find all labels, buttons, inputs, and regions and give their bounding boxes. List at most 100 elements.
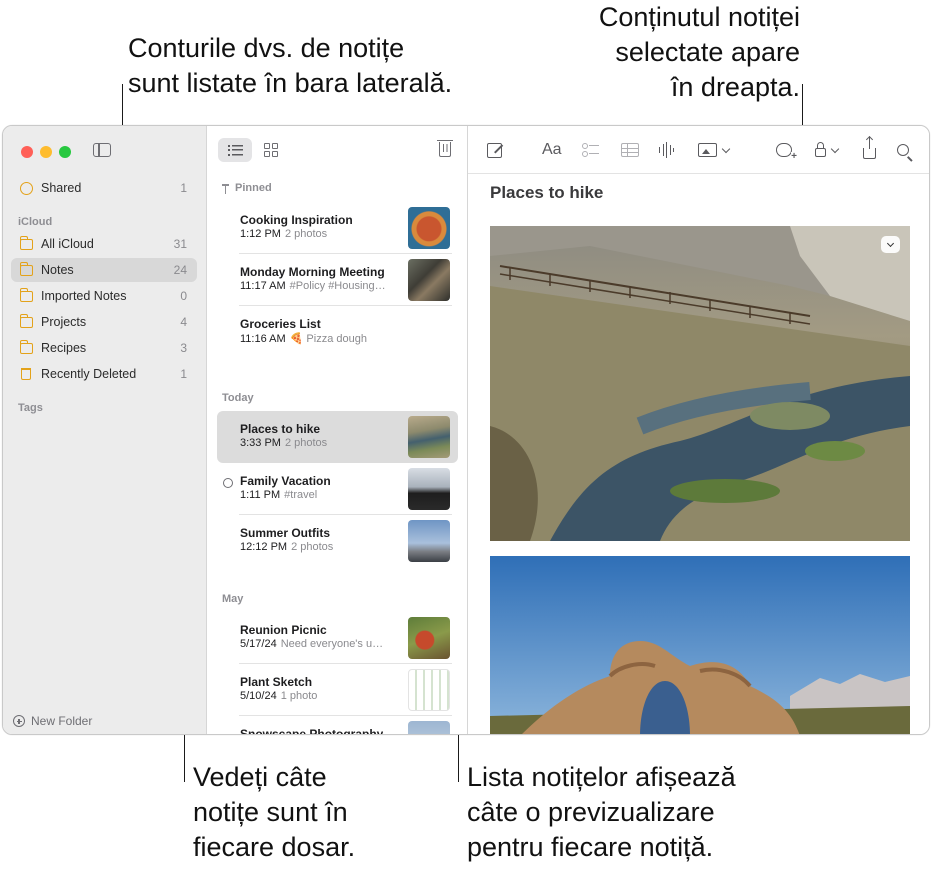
note-meta: 5/17/24 Need everyone's u… bbox=[240, 638, 383, 650]
note-photo-arch[interactable] bbox=[490, 556, 910, 734]
note-row-selected[interactable]: Places to hike 3:33 PM 2 photos bbox=[217, 411, 458, 463]
media-insert-icon[interactable] bbox=[698, 140, 731, 160]
window-controls bbox=[21, 146, 71, 158]
folder-icon bbox=[19, 287, 33, 302]
zoom-window-button[interactable] bbox=[59, 146, 71, 158]
chevron-down-icon bbox=[886, 239, 895, 247]
sidebar-item-label: Recently Deleted bbox=[41, 367, 137, 381]
sidebar-item-label: Imported Notes bbox=[41, 289, 127, 303]
audio-waveform-icon[interactable] bbox=[658, 140, 676, 160]
sidebar-item-imported-notes[interactable]: Imported Notes 0 bbox=[11, 284, 197, 308]
note-row[interactable]: Monday Morning Meeting 11:17 AM #Policy #… bbox=[217, 254, 458, 306]
note-preview: 2 photos bbox=[291, 541, 334, 553]
close-window-button[interactable] bbox=[21, 146, 33, 158]
new-folder-button[interactable]: New Folder bbox=[13, 714, 92, 728]
delete-note-trash-icon[interactable] bbox=[437, 140, 453, 157]
section-today: Today bbox=[222, 392, 254, 404]
folder-icon bbox=[19, 261, 33, 276]
folder-icon bbox=[19, 313, 33, 328]
sidebar-toggle-icon[interactable] bbox=[93, 143, 111, 157]
section-may: May bbox=[222, 593, 244, 605]
note-list-toolbar bbox=[207, 126, 467, 176]
share-icon[interactable] bbox=[863, 136, 876, 160]
photo-options-button[interactable] bbox=[881, 236, 900, 253]
plus-circle-icon bbox=[13, 715, 25, 727]
sidebar-item-label: Projects bbox=[41, 315, 87, 329]
editor-toolbar: Aa bbox=[468, 126, 929, 174]
table-icon[interactable] bbox=[621, 140, 639, 160]
callout-folder-counts: Vedeți câte notițe sunt în fiecare dosar… bbox=[193, 762, 356, 862]
sidebar-item-notes[interactable]: Notes 24 bbox=[11, 258, 197, 282]
sidebar-item-recipes[interactable]: Recipes 3 bbox=[11, 336, 197, 360]
note-thumbnail-pizza bbox=[408, 207, 450, 249]
note-thumbnail-sketch bbox=[408, 669, 450, 711]
note-title: Plant Sketch bbox=[240, 675, 313, 689]
shared-person-icon bbox=[223, 478, 233, 488]
note-thumbnail-picnic bbox=[408, 617, 450, 659]
note-title: Places to hike bbox=[240, 422, 321, 436]
sidebar-item-projects[interactable]: Projects 4 bbox=[11, 310, 197, 334]
sidebar-item-count: 3 bbox=[180, 341, 187, 355]
sidebar-item-recently-deleted[interactable]: Recently Deleted 1 bbox=[11, 362, 197, 386]
lock-icon[interactable] bbox=[815, 140, 840, 160]
grid-icon bbox=[264, 143, 278, 157]
note-title: Family Vacation bbox=[240, 474, 331, 488]
list-view-button[interactable] bbox=[218, 138, 252, 162]
note-title: Summer Outfits bbox=[240, 526, 331, 540]
note-row[interactable]: Snowscape Photography bbox=[217, 716, 458, 735]
checklist-icon[interactable] bbox=[582, 140, 599, 160]
arch-photo-image bbox=[490, 556, 910, 734]
sidebar-item-shared[interactable]: Shared 1 bbox=[11, 176, 197, 200]
section-pinned: Pinned bbox=[222, 182, 272, 194]
note-time: 5/10/24 bbox=[240, 690, 277, 702]
note-row[interactable]: Family Vacation 1:11 PM #travel bbox=[217, 463, 458, 515]
callout-note-list: Lista notițelor afișează câte o previzua… bbox=[467, 762, 736, 862]
note-row[interactable]: Reunion Picnic 5/17/24 Need everyone's u… bbox=[217, 612, 458, 664]
note-preview: 1 photo bbox=[280, 690, 318, 702]
note-time: 11:17 AM bbox=[240, 280, 286, 292]
note-time: 5/17/24 bbox=[240, 638, 277, 650]
note-thumbnail-bike bbox=[408, 468, 450, 510]
note-time: 1:12 PM bbox=[240, 228, 281, 240]
format-text-button[interactable]: Aa bbox=[542, 140, 562, 160]
sidebar-item-count: 1 bbox=[180, 181, 187, 195]
chevron-down-icon bbox=[721, 144, 731, 153]
note-list: Pinned Cooking Inspiration 1:12 PM 2 phot… bbox=[207, 126, 468, 734]
sidebar-item-label: All iCloud bbox=[41, 237, 94, 251]
list-icon bbox=[227, 144, 243, 156]
sidebar-item-label: Notes bbox=[41, 263, 74, 277]
note-thumbnail-outfit bbox=[408, 520, 450, 562]
note-meta: 1:12 PM 2 photos bbox=[240, 228, 327, 240]
creek-photo-image bbox=[490, 226, 910, 541]
note-row[interactable]: Summer Outfits 12:12 PM 2 photos bbox=[217, 515, 458, 567]
note-preview: #travel bbox=[284, 489, 318, 501]
note-time: 11:16 AM bbox=[240, 333, 286, 345]
note-thumbnail-snow bbox=[408, 721, 450, 734]
note-title: Snowscape Photography bbox=[240, 727, 384, 735]
section-label: Pinned bbox=[235, 182, 272, 194]
note-row[interactable]: Groceries List 11:16 AM 🍕 Pizza dough bbox=[217, 306, 458, 358]
note-thumbnail-meeting bbox=[408, 259, 450, 301]
callout-editor: Conținutul notiței selectate apare în dr… bbox=[598, 2, 800, 102]
minimize-window-button[interactable] bbox=[40, 146, 52, 158]
note-meta: 5/10/24 1 photo bbox=[240, 690, 317, 702]
pin-icon bbox=[222, 183, 229, 194]
note-meta: 12:12 PM 2 photos bbox=[240, 541, 333, 553]
sidebar-section-tags: Tags bbox=[18, 402, 43, 414]
new-folder-label: New Folder bbox=[31, 714, 93, 728]
note-title-heading: Places to hike bbox=[490, 183, 604, 202]
note-title: Reunion Picnic bbox=[240, 623, 327, 637]
note-row[interactable]: Plant Sketch 5/10/24 1 photo bbox=[217, 664, 458, 716]
folder-icon bbox=[19, 235, 33, 250]
sidebar-item-count: 31 bbox=[173, 237, 187, 251]
sidebar-item-all-icloud[interactable]: All iCloud 31 bbox=[11, 232, 197, 256]
note-photo-creek[interactable] bbox=[490, 226, 910, 541]
gallery-view-button[interactable] bbox=[254, 138, 288, 162]
note-preview: 2 photos bbox=[284, 437, 328, 449]
collaborate-icon[interactable] bbox=[776, 140, 797, 161]
new-note-compose-icon[interactable] bbox=[487, 140, 502, 160]
note-meta: 3:33 PM 2 photos bbox=[240, 437, 327, 449]
note-row[interactable]: Cooking Inspiration 1:12 PM 2 photos bbox=[217, 202, 458, 254]
search-icon[interactable] bbox=[897, 140, 909, 160]
sidebar-item-label: Recipes bbox=[41, 341, 87, 355]
